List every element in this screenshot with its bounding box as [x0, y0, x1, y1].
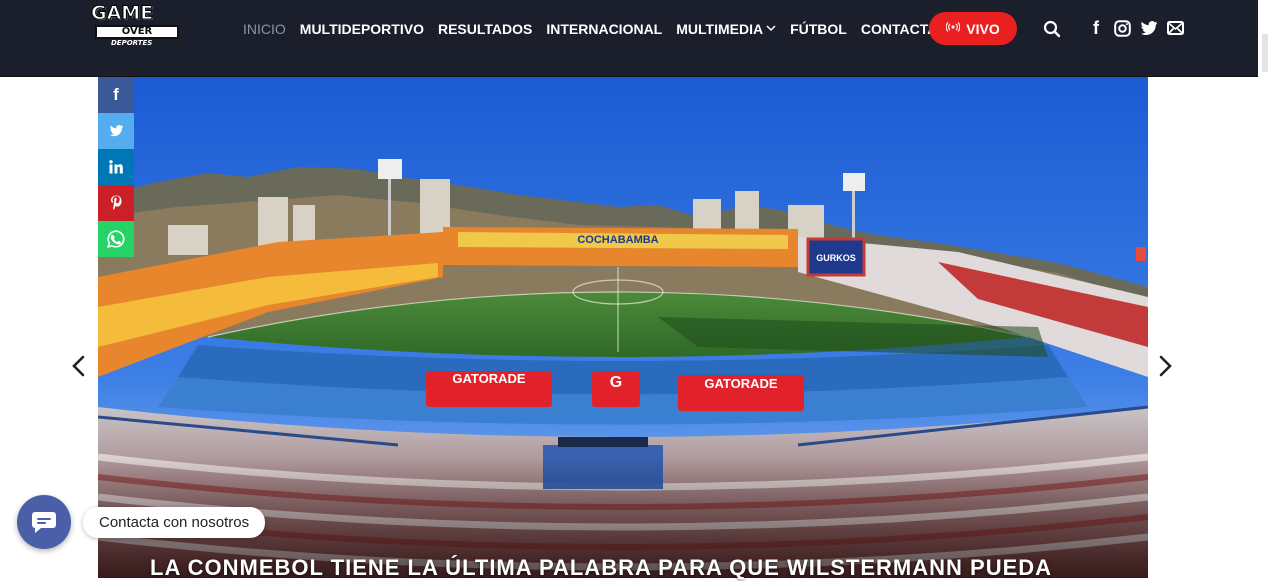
mail-icon[interactable]	[1166, 20, 1184, 36]
chat-widget-label[interactable]: Contacta con nosotros	[83, 507, 266, 538]
logo-over-text: OVER	[95, 25, 179, 39]
hero-slide-image[interactable]: COCHABAMBA GURKOS GATORADE G GATORADE	[98, 77, 1148, 578]
site-header: GAME OVER DEPORTES INICIO MULTIDEPORTIVO…	[0, 0, 1258, 77]
hero-headline[interactable]: LA CONMEBOL TIENE LA ÚLTIMA PALABRA PARA…	[150, 555, 1052, 581]
facebook-icon: f	[113, 85, 119, 104]
linkedin-icon	[109, 160, 123, 174]
whatsapp-icon	[107, 230, 125, 248]
chat-icon	[32, 512, 56, 533]
share-linkedin-button[interactable]	[98, 149, 134, 185]
slider-next-button[interactable]	[1156, 352, 1176, 380]
instagram-icon[interactable]	[1113, 19, 1131, 37]
facebook-icon[interactable]: f	[1088, 18, 1104, 38]
share-whatsapp-button[interactable]	[98, 221, 134, 257]
nav-item-multideportivo[interactable]: MULTIDEPORTIVO	[300, 21, 424, 37]
broadcast-icon	[945, 22, 961, 35]
live-button[interactable]: VIVO	[929, 12, 1017, 45]
ad-text-right: GATORADE	[704, 376, 778, 391]
scrollbar-stub	[1262, 34, 1268, 72]
share-pinterest-button[interactable]	[98, 185, 134, 221]
twitter-icon[interactable]	[1139, 19, 1159, 37]
chat-widget-button[interactable]	[17, 495, 71, 549]
nav-item-multimedia[interactable]: MULTIMEDIA	[676, 21, 776, 37]
nav-item-multimedia-label: MULTIMEDIA	[676, 21, 764, 37]
nav-item-resultados[interactable]: RESULTADOS	[438, 21, 532, 37]
stadium-name-text: COCHABAMBA	[577, 234, 658, 246]
chevron-left-icon	[72, 355, 85, 377]
logo-deportes-text: DEPORTES	[111, 39, 153, 47]
nav-item-futbol[interactable]: FÚTBOL	[790, 21, 847, 37]
nav-item-internacional[interactable]: INTERNACIONAL	[546, 21, 662, 37]
main-nav: INICIO MULTIDEPORTIVO RESULTADOS INTERNA…	[243, 18, 982, 40]
chevron-down-icon	[766, 24, 776, 35]
share-facebook-button[interactable]: f	[98, 77, 134, 113]
logo-game-text: GAME	[90, 2, 154, 25]
share-twitter-button[interactable]	[98, 113, 134, 149]
slider-prev-button[interactable]	[68, 352, 88, 380]
twitter-icon	[109, 125, 123, 137]
site-logo[interactable]: GAME OVER DEPORTES	[89, 2, 183, 50]
nav-item-inicio[interactable]: INICIO	[243, 21, 286, 37]
ad-logo-mark: G	[610, 374, 622, 391]
live-button-label: VIVO	[966, 20, 1000, 37]
pinterest-icon	[111, 195, 122, 211]
fan-banner-text: GURKOS	[816, 253, 856, 263]
chevron-right-icon	[1159, 355, 1172, 377]
search-icon[interactable]	[1041, 18, 1063, 40]
share-bar: f	[98, 77, 134, 257]
ad-text-left: GATORADE	[452, 371, 526, 386]
